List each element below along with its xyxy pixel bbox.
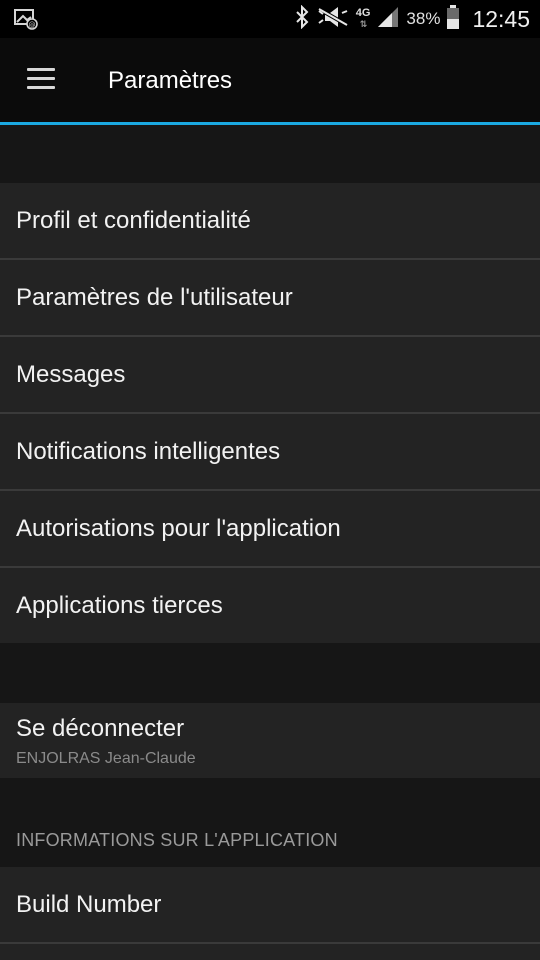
setting-next-item-partial[interactable] [0, 944, 540, 960]
setting-profile-privacy[interactable]: Profil et confidentialité [0, 183, 540, 260]
mute-icon [316, 5, 350, 34]
setting-app-permissions[interactable]: Autorisations pour l'application [0, 491, 540, 568]
section-header-app-info: INFORMATIONS SUR L'APPLICATION [16, 830, 338, 850]
account-name: ENJOLRAS Jean-Claude [16, 750, 196, 767]
setting-label: Profil et confidentialité [16, 207, 251, 234]
setting-label: Autorisations pour l'application [16, 515, 341, 542]
page-title: Paramètres [108, 67, 233, 94]
hamburger-menu-icon[interactable] [18, 62, 64, 98]
setting-label: Build Number [16, 891, 162, 918]
app-bar-accent-divider [0, 122, 540, 125]
battery-icon [446, 4, 460, 35]
logout-label: Se déconnecter [16, 715, 185, 742]
battery-percent: 38% [406, 9, 441, 28]
setting-label: Paramètres de l'utilisateur [16, 284, 293, 311]
setting-build-number[interactable]: Build Number [0, 867, 540, 944]
app-bar: Paramètres [0, 38, 540, 122]
data-arrows-icon: ⇅ [359, 19, 367, 29]
setting-third-party-apps[interactable]: Applications tierces [0, 568, 540, 643]
screenshot-notification-icon: @ [14, 8, 40, 30]
setting-messages[interactable]: Messages [0, 337, 540, 414]
setting-user-settings[interactable]: Paramètres de l'utilisateur [0, 260, 540, 337]
setting-label: Applications tierces [16, 592, 223, 619]
network-type-label: 4G [355, 7, 371, 19]
clock: 12:45 [472, 5, 530, 32]
logout-button[interactable]: Se déconnecter ENJOLRAS Jean-Claude [0, 703, 540, 778]
setting-label: Messages [16, 361, 126, 388]
status-bar: @ 4G ⇅ 38% 12:45 [0, 0, 540, 38]
svg-text:@: @ [29, 21, 36, 29]
bluetooth-icon [294, 4, 310, 34]
setting-smart-notifications[interactable]: Notifications intelligentes [0, 414, 540, 491]
signal-icon [376, 5, 400, 34]
network-type-indicator: 4G ⇅ [356, 8, 371, 30]
settings-screen: @ 4G ⇅ 38% 12:45 Paramètres Profil et co… [0, 0, 540, 960]
setting-label: Notifications intelligentes [16, 438, 281, 465]
